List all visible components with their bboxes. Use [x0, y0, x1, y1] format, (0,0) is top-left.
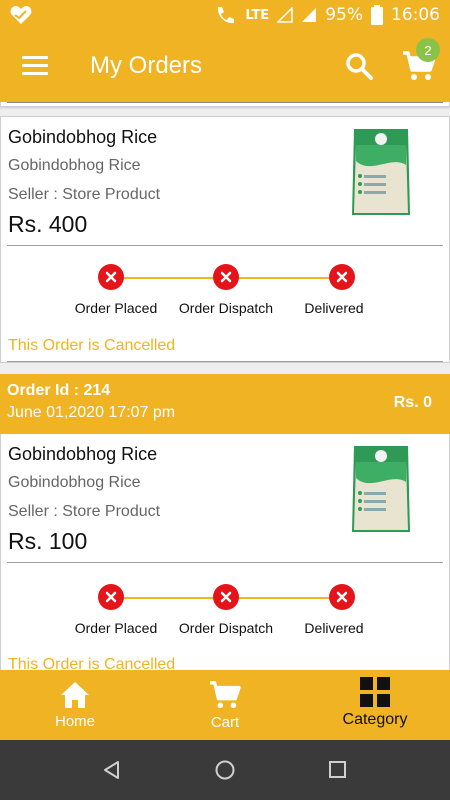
order-status-text: This Order is Cancelled [8, 337, 176, 354]
clock: 16:06 [391, 5, 440, 25]
bottom-nav: Home Cart Category [0, 670, 450, 740]
product-name: Gobindobhog Rice [8, 444, 158, 464]
divider [7, 102, 443, 103]
divider [7, 562, 443, 563]
order-id: Order Id : 214 [7, 382, 111, 399]
nav-category[interactable]: Category [330, 670, 420, 740]
cancelled-step-icon [213, 264, 239, 290]
order-status-text: This Order is Cancelled [8, 656, 176, 670]
wifi-signal-icon [302, 8, 317, 22]
cart-icon [210, 681, 241, 709]
product-description: Gobindobhog Rice [8, 157, 141, 174]
product-price: Rs. 400 [8, 211, 88, 237]
status-bar: LTE 95% 16:06 [0, 0, 450, 30]
step-label-delivered: Delivered [304, 620, 364, 636]
order-tracker: Order Placed Order Dispatch Delivered [1, 584, 450, 644]
signal-icon [277, 7, 293, 23]
nav-home[interactable]: Home [40, 670, 110, 740]
order-header: Order Id : 214 June 01,2020 17:07 pm Rs.… [0, 374, 450, 434]
order-tracker: Order Placed Order Dispatch Delivered [1, 264, 450, 324]
order-date: June 01,2020 17:07 pm [7, 404, 176, 421]
system-nav-bar [0, 740, 450, 800]
product-description: Gobindobhog Rice [8, 474, 141, 491]
seller-label: Seller : Store Product [8, 503, 161, 520]
grid-icon [360, 677, 390, 707]
seller-label: Seller : Store Product [8, 186, 161, 203]
nav-cart-label: Cart [210, 714, 240, 731]
back-icon[interactable] [102, 760, 122, 780]
step-label-delivered: Delivered [304, 300, 364, 316]
menu-icon[interactable] [22, 56, 48, 76]
cancelled-step-icon [98, 264, 124, 290]
order-card-partial [0, 102, 450, 107]
product-price: Rs. 100 [8, 528, 88, 554]
nav-home-label: Home [54, 713, 95, 730]
order-card[interactable]: Gobindobhog Rice Gobindobhog Rice Seller… [0, 434, 450, 670]
home-circle-icon[interactable] [214, 759, 236, 781]
cancelled-step-icon [329, 264, 355, 290]
recents-icon[interactable] [328, 760, 348, 780]
cart-badge: 2 [416, 38, 440, 62]
signal-label: LTE [245, 7, 270, 23]
cancelled-step-icon [329, 584, 355, 610]
cancelled-step-icon [98, 584, 124, 610]
nav-cart[interactable]: Cart [190, 670, 260, 740]
divider [7, 361, 443, 362]
phone-lte-icon [218, 7, 235, 24]
battery-percent: 95% [325, 5, 363, 25]
rice-pack-image [352, 129, 410, 215]
step-label-order-dispatch: Order Dispatch [178, 300, 274, 316]
app-bar: My Orders 2 [0, 30, 450, 102]
cancelled-step-icon [213, 584, 239, 610]
nav-category-label: Category [342, 711, 408, 728]
order-total: Rs. 0 [393, 394, 432, 411]
search-icon[interactable] [345, 52, 373, 80]
product-name: Gobindobhog Rice [8, 127, 158, 147]
step-label-order-dispatch: Order Dispatch [178, 620, 274, 636]
step-label-order-placed: Order Placed [74, 300, 158, 316]
orders-list[interactable]: Gobindobhog Rice Gobindobhog Rice Seller… [0, 102, 450, 670]
home-icon [61, 682, 89, 708]
heart-icon [10, 6, 32, 24]
battery-icon [371, 5, 383, 25]
page-title: My Orders [90, 52, 203, 79]
step-label-order-placed: Order Placed [74, 620, 158, 636]
order-card[interactable]: Gobindobhog Rice Gobindobhog Rice Seller… [0, 116, 450, 363]
divider [7, 245, 443, 246]
rice-pack-image [352, 446, 410, 532]
